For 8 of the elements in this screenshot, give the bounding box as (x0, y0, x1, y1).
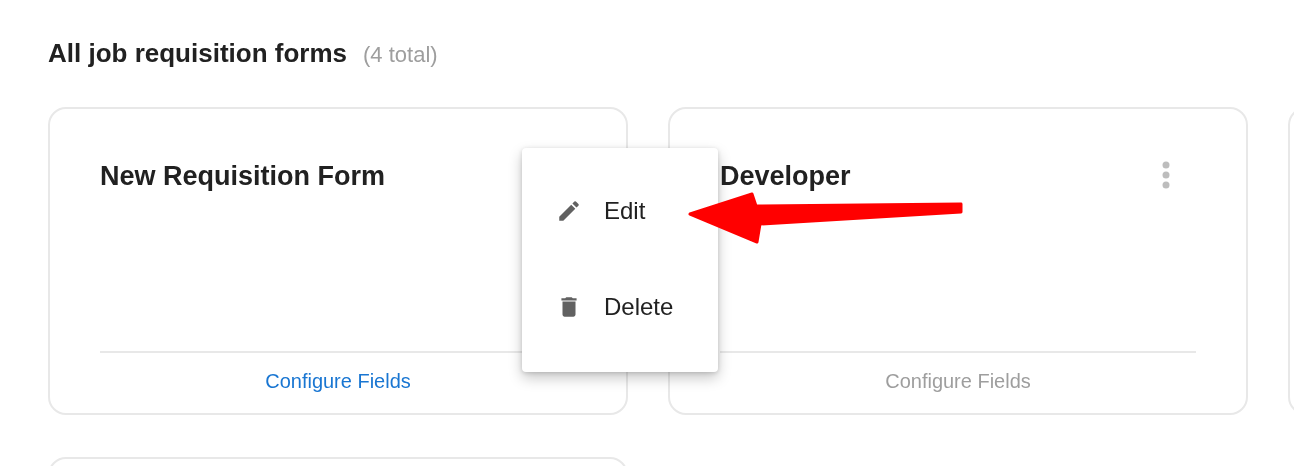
configure-fields-link[interactable]: Configure Fields (265, 370, 411, 393)
menu-item[interactable]: Delete (556, 259, 674, 355)
total-count: (4 total) (363, 42, 438, 68)
pencil-icon (556, 198, 582, 224)
form-title: New Requisition Form (100, 161, 386, 192)
section-title: All job requisition forms (48, 38, 347, 69)
form-title: Developer (720, 161, 851, 192)
menu-item[interactable]: Edit (556, 163, 646, 259)
